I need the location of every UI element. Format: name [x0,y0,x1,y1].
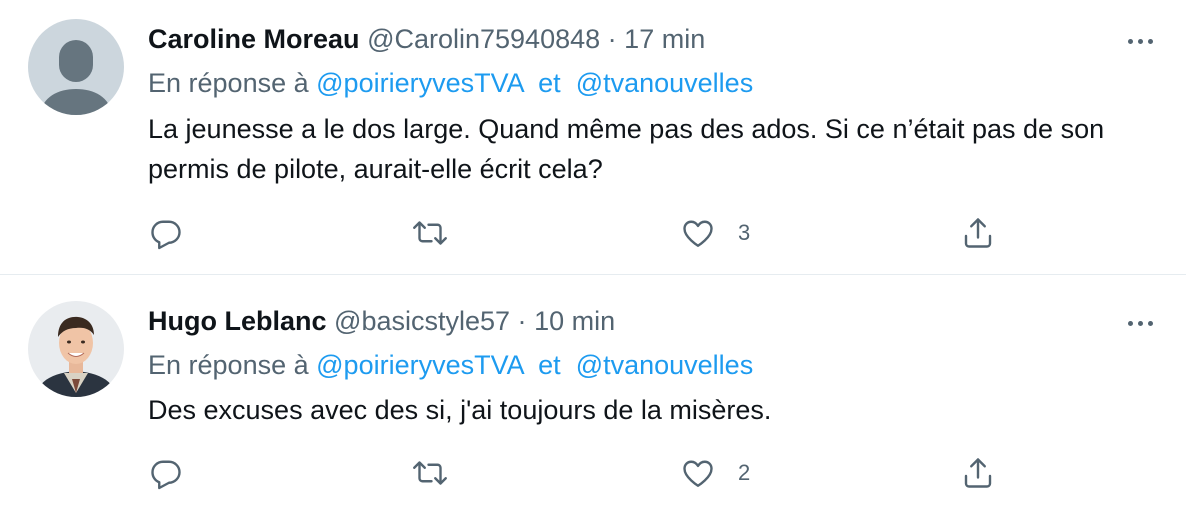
reply-prefix: En réponse à [148,68,309,98]
tweet-actions: 3 [148,213,1008,253]
user-handle[interactable]: @basicstyle57 [334,306,510,336]
like-button[interactable]: 3 [680,213,750,253]
default-profile-icon [28,19,124,115]
tweet-header: Hugo Leblanc @basicstyle57 · 10 min [148,303,615,339]
tweet-actions: 2 [148,453,1008,493]
like-button[interactable]: 2 [680,453,750,493]
like-count: 2 [738,460,751,485]
tweet[interactable]: Caroline Moreau @Carolin75940848 · 17 mi… [0,0,1186,275]
mention-link[interactable]: @tvanouvelles [576,350,754,380]
tweet-header: Caroline Moreau @Carolin75940848 · 17 mi… [148,21,705,57]
timestamp[interactable]: 10 min [534,306,615,336]
more-icon[interactable] [1120,23,1160,59]
share-icon [964,218,992,248]
separator: · [517,306,527,336]
share-button[interactable] [960,453,996,493]
tweet-text: La jeunesse a le dos large. Quand même p… [148,114,1105,184]
reply-and[interactable]: et [538,68,561,98]
retweet-icon [413,221,447,245]
mention-link[interactable]: @poirieryvesTVA [316,350,523,380]
reply-button[interactable] [148,453,184,493]
mention-link[interactable]: @tvanouvelles [576,68,754,98]
like-count: 3 [738,220,751,245]
display-name[interactable]: Hugo Leblanc [148,306,327,336]
avatar[interactable] [28,19,124,115]
user-handle[interactable]: @Carolin75940848 [367,24,600,54]
tweet[interactable]: Hugo Leblanc @basicstyle57 · 10 min En r… [0,275,1186,514]
share-icon [964,458,992,488]
reply-button[interactable] [148,213,184,253]
heart-icon [683,460,713,487]
retweet-icon [413,461,447,485]
more-icon[interactable] [1120,305,1160,341]
retweet-button[interactable] [412,453,448,493]
reply-icon [151,460,181,490]
mention-link[interactable]: @poirieryvesTVA [316,68,523,98]
tweet-text: Des excuses avec des si, j'ai toujours d… [148,395,772,425]
user-photo [28,301,124,397]
avatar[interactable] [28,301,124,397]
reply-prefix: En réponse à [148,350,309,380]
reply-icon [151,220,181,250]
timestamp[interactable]: 17 min [624,24,705,54]
retweet-button[interactable] [412,213,448,253]
separator: · [607,24,617,54]
share-button[interactable] [960,213,996,253]
display-name[interactable]: Caroline Moreau [148,24,360,54]
reply-context: En réponse à @poirieryvesTVA et @tvanouv… [148,347,753,383]
heart-icon [683,220,713,247]
reply-context: En réponse à @poirieryvesTVA et @tvanouv… [148,65,753,101]
reply-and[interactable]: et [538,350,561,380]
